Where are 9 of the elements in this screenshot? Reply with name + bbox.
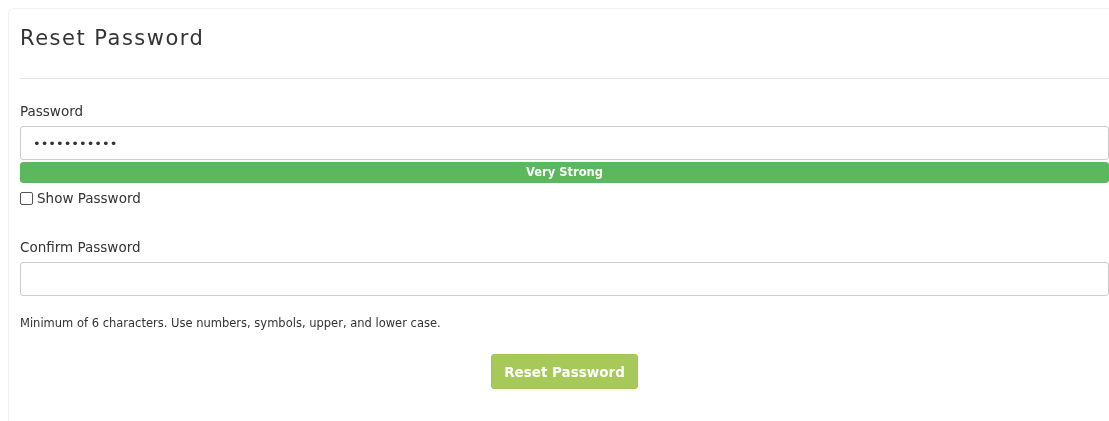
field-label: Password	[20, 103, 85, 119]
checkbox-label[interactable]: Show Password	[37, 190, 141, 206]
strength-label: Very Strong	[525, 164, 604, 181]
confirm-password-field[interactable]	[20, 262, 1109, 296]
hint-text: Minimum of 6 characters. Use numbers, symbols, upper, and lower case.	[20, 316, 442, 330]
checkbox[interactable]	[20, 191, 33, 205]
page-title: Reset Password	[20, 26, 206, 50]
password-field[interactable]: •••••••••••	[20, 126, 1109, 160]
field-label: Confirm Password	[20, 239, 142, 255]
